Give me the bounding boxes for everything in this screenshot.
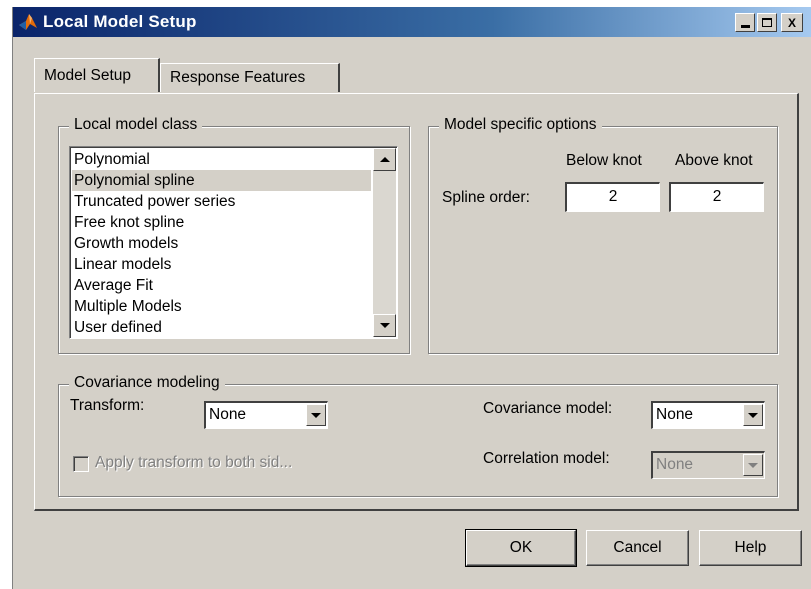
arrow-up-icon (379, 157, 390, 162)
list-item[interactable]: Free knot spline (72, 212, 371, 233)
below-knot-label: Below knot (566, 152, 642, 169)
below-knot-order-input[interactable]: 2 (565, 182, 660, 212)
tab-model-setup[interactable]: Model Setup (34, 58, 160, 92)
tab-label: Response Features (170, 69, 306, 86)
help-button[interactable]: Help (699, 530, 802, 566)
correlation-model-value: None (656, 456, 694, 473)
minimize-button[interactable] (735, 13, 755, 32)
ok-button[interactable]: OK (465, 529, 577, 567)
covariance-modeling-group: Covariance modeling Transform: None Appl… (58, 374, 778, 497)
group-title: Model specific options (439, 116, 602, 134)
scroll-down-button[interactable] (373, 314, 396, 337)
tab-panel: Local model class Polynomial Polynomial … (34, 93, 799, 511)
chevron-down-icon (311, 412, 321, 418)
cancel-button[interactable]: Cancel (586, 530, 689, 566)
model-class-listbox[interactable]: Polynomial Polynomial spline Truncated p… (69, 146, 398, 339)
list-item[interactable]: User defined (72, 317, 371, 338)
dropdown-button[interactable] (743, 404, 763, 426)
dialog-window: Local Model Setup X Model Setup Response… (12, 7, 811, 589)
list-item[interactable]: Average Fit (72, 275, 371, 296)
dropdown-button[interactable] (306, 404, 326, 426)
window-title: Local Model Setup (43, 12, 197, 31)
maximize-button[interactable] (757, 13, 777, 32)
spline-order-label: Spline order: (442, 189, 530, 206)
group-title: Local model class (69, 116, 203, 134)
group-title: Covariance modeling (69, 374, 225, 392)
matlab-logo-icon (19, 14, 37, 30)
apply-transform-label: Apply transform to both sid... (95, 454, 293, 471)
title-bar[interactable]: Local Model Setup X (13, 7, 811, 37)
list-item[interactable]: Truncated power series (72, 191, 371, 212)
list-item[interactable]: Linear models (72, 254, 371, 275)
covariance-model-label: Covariance model: (483, 400, 613, 417)
transform-label: Transform: (70, 397, 145, 414)
model-options-group: Model specific options Below knot Above … (428, 116, 778, 354)
arrow-down-icon (379, 323, 390, 328)
list-item[interactable]: Polynomial (72, 149, 371, 170)
correlation-model-label: Correlation model: (483, 450, 610, 467)
tab-response-features[interactable]: Response Features (160, 63, 340, 92)
chevron-down-icon (748, 412, 758, 418)
transform-value: None (209, 406, 247, 423)
chevron-down-icon (748, 462, 758, 468)
above-knot-label: Above knot (675, 152, 753, 169)
scroll-up-button[interactable] (373, 148, 396, 171)
covariance-model-value: None (656, 406, 694, 423)
list-item-selected[interactable]: Polynomial spline (72, 170, 371, 191)
list-item[interactable]: Multiple Models (72, 296, 371, 317)
minimize-icon (740, 25, 750, 28)
apply-transform-checkbox[interactable] (73, 456, 89, 472)
transform-dropdown[interactable]: None (204, 401, 328, 429)
tab-label: Model Setup (44, 67, 132, 84)
maximize-icon (762, 18, 772, 27)
close-icon: X (787, 15, 796, 30)
listbox-scrollbar[interactable] (373, 148, 396, 337)
list-item[interactable]: Growth models (72, 233, 371, 254)
dropdown-button[interactable] (743, 454, 763, 476)
close-button[interactable]: X (781, 13, 803, 32)
local-model-class-group: Local model class Polynomial Polynomial … (58, 116, 410, 354)
correlation-model-dropdown[interactable]: None (651, 451, 765, 479)
covariance-model-dropdown[interactable]: None (651, 401, 765, 429)
above-knot-order-input[interactable]: 2 (669, 182, 764, 212)
